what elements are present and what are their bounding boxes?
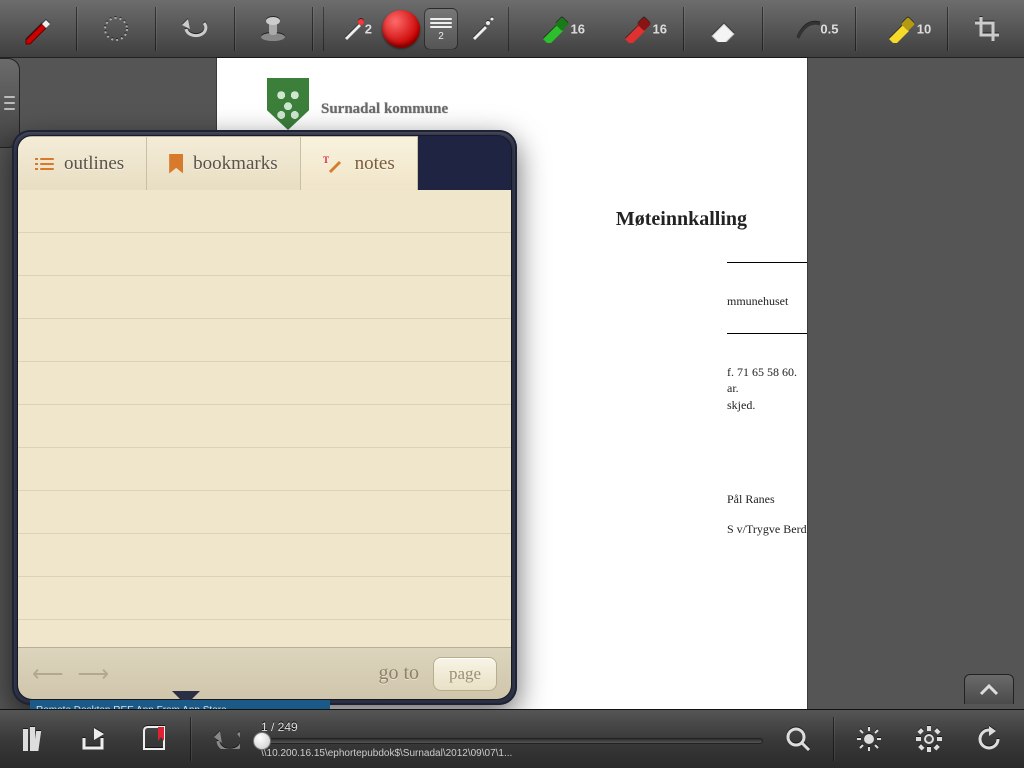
line-style-value: 2 — [438, 31, 444, 42]
org-crest-icon — [267, 78, 309, 130]
highlighter-red-value: 16 — [653, 21, 667, 36]
eraser-tool[interactable] — [694, 7, 752, 51]
highlighter-red[interactable]: 16 — [601, 7, 673, 51]
doc-line: ar. — [727, 381, 739, 395]
goto-label: go to — [378, 662, 419, 685]
popover-tab-bar: outlines bookmarks T notes — [18, 136, 511, 190]
org-name: Surnadal kommune — [321, 101, 448, 118]
tab-bookmarks[interactable]: bookmarks — [147, 136, 300, 190]
search-button[interactable] — [773, 718, 823, 760]
doc-line: f. 71 65 58 60. — [727, 365, 797, 379]
pen-size[interactable]: 2 — [330, 7, 378, 51]
tab-outlines[interactable]: outlines — [18, 136, 147, 190]
tab-notes-label: notes — [355, 153, 395, 175]
color-wheel-tool[interactable] — [87, 7, 145, 51]
line-tool-value: 0.5 — [820, 21, 838, 36]
note-pen-icon: T — [323, 153, 345, 175]
tab-notes[interactable]: T notes — [301, 136, 418, 190]
tab-outlines-label: outlines — [64, 153, 124, 175]
annotation-toolbar: 2 2 16 16 0.5 10 — [0, 0, 1024, 58]
pen-tool[interactable] — [8, 7, 66, 51]
slider-knob[interactable] — [253, 732, 271, 750]
list-icon — [40, 158, 54, 170]
history-back-button[interactable]: ⟵ — [32, 661, 64, 687]
navigation-popover: outlines bookmarks T notes ⟵ ⟶ go to pag… — [12, 130, 517, 705]
pen-settings-group: 2 2 — [323, 7, 509, 51]
page-slider-area: 1 / 249 \\10.200.16.15\ephortepubdok$\Su… — [261, 718, 763, 760]
document-title: Møteinnkalling — [616, 208, 747, 231]
share-button[interactable] — [70, 718, 120, 760]
highlighter-yellow-value: 10 — [917, 21, 931, 36]
brightness-button[interactable] — [844, 718, 894, 760]
history-forward-button[interactable]: ⟶ — [78, 661, 110, 687]
settings-button[interactable] — [904, 718, 954, 760]
tab-bookmarks-label: bookmarks — [193, 153, 277, 175]
highlighter-green[interactable]: 16 — [519, 7, 591, 51]
color-swatch-red[interactable] — [382, 10, 420, 48]
crop-tool[interactable] — [958, 7, 1016, 51]
page-indicator: 1 / 249 — [261, 720, 763, 734]
doc-line: mmunehuset — [727, 294, 788, 308]
goto-page-button[interactable]: page — [433, 657, 497, 691]
toggle-bottom-panel[interactable] — [964, 674, 1014, 704]
notes-list-empty[interactable] — [18, 190, 511, 647]
line-tool[interactable]: 0.5 — [773, 7, 845, 51]
highlighter-yellow[interactable]: 10 — [865, 7, 937, 51]
popover-footer: ⟵ ⟶ go to page — [18, 647, 511, 699]
brush-options[interactable] — [462, 7, 502, 51]
svg-text:T: T — [323, 155, 329, 165]
refresh-button[interactable] — [964, 718, 1014, 760]
doc-line: Pål Ranes — [727, 492, 775, 506]
page-slider[interactable] — [261, 738, 763, 744]
line-style-button[interactable]: 2 — [424, 8, 458, 50]
highlighter-green-value: 16 — [571, 21, 585, 36]
bookmark-icon — [169, 154, 183, 174]
back-button[interactable] — [201, 718, 251, 760]
bookmark-panel-button[interactable] — [130, 718, 180, 760]
file-path: \\10.200.16.15\ephortepubdok$\Surnadal\2… — [261, 748, 763, 759]
undo-tool[interactable] — [166, 7, 224, 51]
doc-line: skjed. — [727, 398, 755, 412]
bottom-toolbar: 1 / 249 \\10.200.16.15\ephortepubdok$\Su… — [0, 709, 1024, 768]
stamp-tool[interactable] — [244, 7, 302, 51]
pen-size-value: 2 — [365, 21, 372, 36]
library-button[interactable] — [10, 718, 60, 760]
doc-line: S v/Trygve Berdal — [727, 522, 807, 536]
